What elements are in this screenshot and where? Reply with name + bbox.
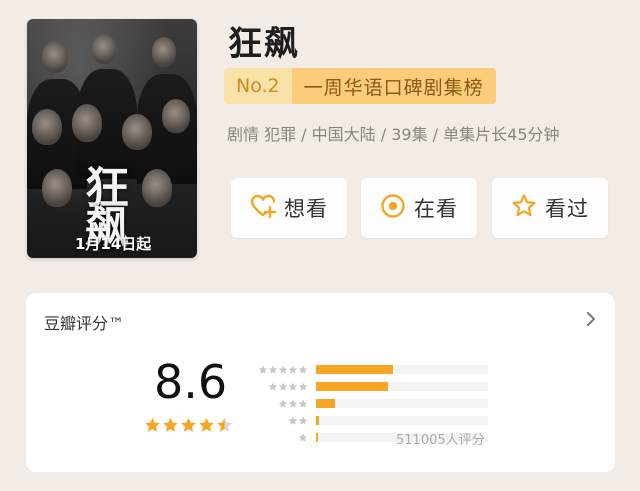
poster-face [42,169,72,207]
rating-star-icon [163,417,178,432]
douban-rating-card[interactable]: 豆瓣评分™ 8.6 511005人评分 [26,293,615,472]
poster-face [162,99,190,133]
poster-face [72,104,102,142]
small-star-icon [268,382,278,391]
distribution-bar-track [316,416,488,425]
distribution-stars [256,382,308,392]
poster-face [42,41,68,73]
distribution-bar-track [316,382,488,391]
want-to-watch-label: 想看 [284,197,328,221]
rank-label: 一周华语口碑剧集榜 [291,68,496,104]
rating-count: 511005人评分 [396,433,485,448]
show-meta: 剧情 犯罪 / 中国大陆 / 39集 / 单集片长45分钟 [227,125,560,144]
small-star-icon [298,382,308,391]
distribution-bar [316,433,318,442]
rank-badge[interactable]: No.2 一周华语口碑剧集榜 [224,68,496,104]
small-star-icon [288,382,298,391]
small-star-icon [298,416,308,425]
rating-stars [144,417,233,434]
distribution-bar [316,416,319,425]
watched-label: 看过 [545,197,589,221]
poster-image[interactable]: 狂飙 1月14日起 [27,19,197,258]
rating-star-icon [199,417,214,432]
small-star-icon [298,399,308,408]
star-outline-icon [511,193,537,223]
small-star-icon [268,365,278,374]
small-star-icon [278,399,288,408]
small-star-icon [288,399,298,408]
distribution-row-3-star [256,397,488,410]
distribution-stars [256,416,308,426]
distribution-row-4-star [256,380,488,393]
watching-button[interactable]: 在看 [361,178,477,238]
distribution-bar-track [316,399,488,408]
heart-plus-icon [250,193,277,223]
distribution-stars [256,365,308,375]
distribution-row-2-star [256,414,488,427]
small-star-icon [298,365,308,374]
distribution-bar [316,399,335,408]
distribution-stars [256,433,308,443]
rating-score: 8.6 [154,355,228,409]
chevron-right-icon[interactable] [583,311,599,327]
poster-face [122,114,152,150]
show-title: 狂飙 [228,24,300,64]
distribution-row-5-star [256,363,488,376]
small-star-icon [288,365,298,374]
small-star-icon [298,433,308,442]
want-to-watch-button[interactable]: 想看 [231,178,347,238]
distribution-bar-track [316,365,488,374]
poster-face [92,34,116,64]
watching-label: 在看 [414,197,458,221]
rating-star-icon [145,417,160,432]
rating-star-icon [181,417,196,432]
distribution-bar [316,365,394,374]
distribution-stars [256,399,308,409]
watched-button[interactable]: 看过 [492,178,608,238]
poster-date: 1月14日起 [75,235,152,253]
poster-face [32,109,62,145]
small-star-icon [278,365,288,374]
target-circle-icon [380,193,406,223]
distribution-bar [316,382,389,391]
rank-number: No.2 [224,68,292,104]
small-star-icon [288,416,298,425]
small-star-icon [278,382,288,391]
rating-star-icon [217,417,232,432]
small-star-icon [258,365,268,374]
rating-label: 豆瓣评分™ [44,314,125,333]
poster-face [152,37,176,67]
